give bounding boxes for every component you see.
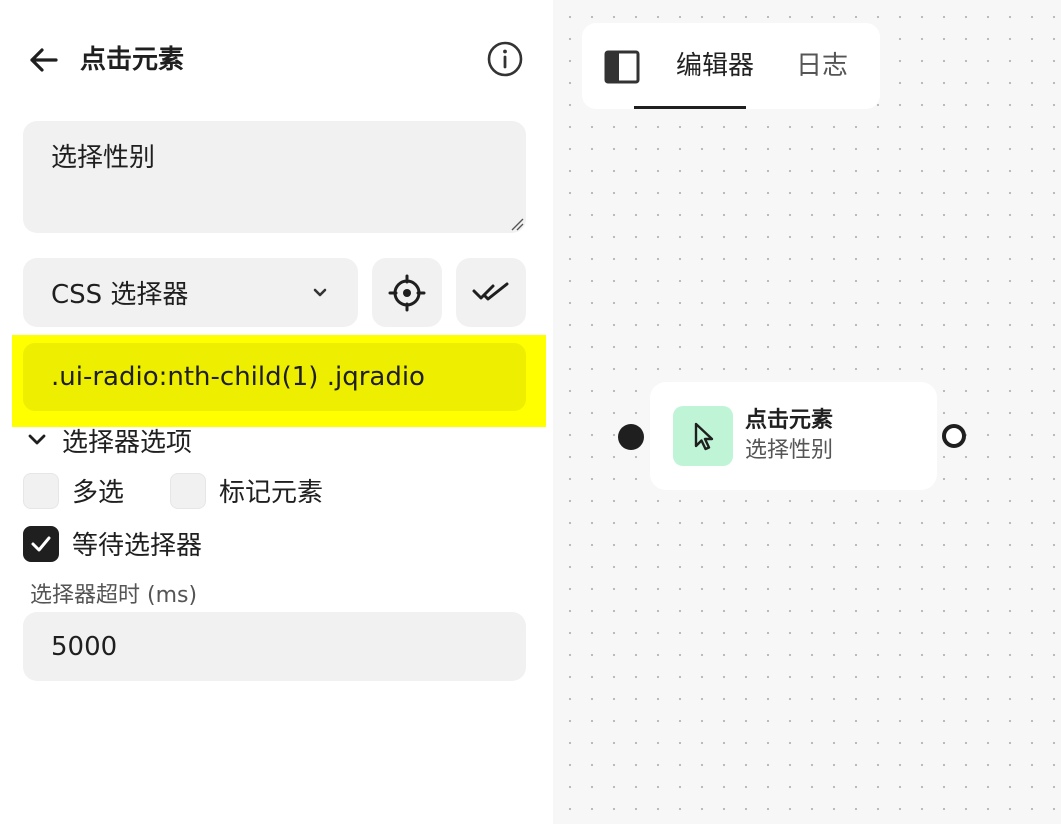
description-textarea[interactable]: 选择性别 — [23, 121, 526, 233]
selector-type-select[interactable]: CSS 选择器 — [23, 258, 358, 327]
wait-selector-checkbox[interactable] — [23, 525, 59, 562]
multiple-label: 多选 — [72, 478, 125, 508]
verify-selector-button[interactable] — [456, 258, 526, 327]
node-title: 点击元素 — [745, 408, 834, 433]
selector-input[interactable]: .ui-radio:nth-child(1) .jqradio — [23, 343, 526, 411]
wait-selector-checkbox-row[interactable]: 等待选择器 — [23, 525, 202, 562]
selector-timeout-label: 选择器超时 (ms) — [30, 583, 198, 608]
active-tab-indicator — [634, 106, 746, 109]
crosshair-icon — [388, 274, 426, 311]
multiple-checkbox[interactable] — [23, 472, 59, 509]
selector-timeout-input[interactable]: 5000 — [23, 612, 526, 681]
mark-element-checkbox-row[interactable]: 标记元素 — [170, 472, 323, 509]
mark-element-checkbox[interactable] — [170, 472, 206, 509]
node-input-handle[interactable] — [618, 424, 644, 450]
double-check-icon — [472, 282, 509, 300]
info-icon[interactable] — [486, 40, 524, 78]
node-output-handle[interactable] — [942, 424, 966, 448]
resize-grip-icon[interactable] — [510, 217, 524, 231]
description-text: 选择性别 — [51, 143, 156, 173]
sidebar-toggle-icon[interactable] — [604, 50, 640, 84]
selector-input-value: .ui-radio:nth-child(1) .jqradio — [51, 362, 425, 392]
selector-options-toggle[interactable]: 选择器选项 — [26, 421, 192, 459]
chevron-down-icon — [313, 288, 327, 296]
pick-element-button[interactable] — [372, 258, 442, 327]
node-subtitle: 选择性别 — [745, 438, 834, 463]
multiple-checkbox-row[interactable]: 多选 — [23, 472, 124, 509]
click-element-node[interactable]: 点击元素 选择性别 — [650, 382, 937, 490]
wait-selector-label: 等待选择器 — [72, 531, 203, 561]
selector-options-label: 选择器选项 — [62, 427, 193, 458]
tab-logs[interactable]: 日志 — [796, 47, 848, 85]
tab-editor[interactable]: 编辑器 — [676, 47, 754, 85]
node-icon-box — [673, 406, 733, 466]
selector-type-value: CSS 选择器 — [51, 280, 189, 310]
checkmark-icon — [31, 536, 51, 551]
panel-title: 点击元素 — [80, 45, 185, 75]
chevron-down-icon — [28, 434, 46, 445]
block-settings-panel: 点击元素 选择性别 CSS 选择器 .ui-radio:nth-child(1)… — [0, 0, 553, 824]
workflow-canvas[interactable]: 编辑器 日志 点击元素 选择性别 — [553, 0, 1061, 824]
back-arrow-icon[interactable] — [26, 42, 62, 78]
selector-timeout-value: 5000 — [51, 631, 118, 662]
mark-element-label: 标记元素 — [219, 478, 324, 508]
editor-tab-bar: 编辑器 日志 — [582, 23, 880, 109]
cursor-click-icon — [694, 422, 714, 451]
